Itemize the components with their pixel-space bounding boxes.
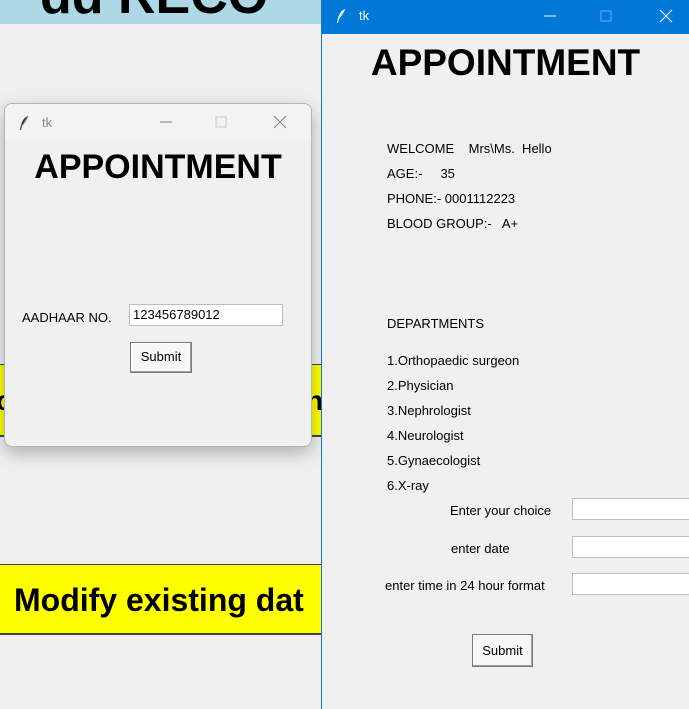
blood-group-label: BLOOD GROUP:- A+ <box>387 216 519 231</box>
close-icon[interactable] <box>270 112 290 132</box>
window-title: tk <box>359 8 370 23</box>
appointment-heading: APPOINTMENT <box>370 42 641 83</box>
choice-input[interactable] <box>572 498 689 520</box>
minimize-icon[interactable] <box>156 112 176 132</box>
phone-label: PHONE:- 0001112223 <box>387 191 516 206</box>
window-title: tk <box>42 115 53 130</box>
minimize-icon[interactable] <box>540 6 560 26</box>
submit-button[interactable]: Submit <box>130 342 192 373</box>
list-item: 5.Gynaecologist <box>387 453 481 468</box>
background-app-title: dd RECO <box>40 0 268 24</box>
list-item: 1.Orthopaedic surgeon <box>387 353 520 368</box>
modify-existing-data-button[interactable]: Modify existing dat <box>0 564 330 635</box>
appointment-heading: APPOINTMENT <box>34 148 282 186</box>
choice-label: Enter your choice <box>450 503 552 518</box>
feather-icon <box>20 115 29 130</box>
list-item: 3.Nephrologist <box>387 403 471 418</box>
welcome-label: WELCOME Mrs\Ms. Hello <box>387 141 552 156</box>
time-input[interactable] <box>572 573 689 595</box>
appointment-window: tk APPOINTMENT WELCOME Mrs\Ms. Hello AGE… <box>321 0 689 709</box>
list-item: 6.X-ray <box>387 478 429 493</box>
submit-button[interactable]: Submit <box>472 634 533 667</box>
aadhaar-label: AADHAAR NO. <box>22 310 112 325</box>
date-label: enter date <box>451 541 510 556</box>
aadhaar-input[interactable]: 123456789012 <box>129 304 283 326</box>
maximize-icon[interactable] <box>596 6 616 26</box>
list-item: 2.Physician <box>387 378 454 393</box>
modify-existing-data-label: Modify existing dat <box>14 582 304 618</box>
window-titlebar[interactable]: tk <box>322 0 689 34</box>
age-label: AGE:- 35 <box>387 166 455 181</box>
maximize-icon[interactable] <box>211 112 231 132</box>
close-icon[interactable] <box>656 6 676 26</box>
background-header-band: dd RECO <box>0 0 330 24</box>
aadhaar-window: tk APPOINTMENT AADHAAR NO. 123456789012 … <box>4 103 312 447</box>
window-titlebar[interactable]: tk <box>5 104 311 140</box>
time-label: enter time in 24 hour format <box>385 578 545 593</box>
date-input[interactable] <box>572 536 689 558</box>
list-item: 4.Neurologist <box>387 428 464 443</box>
feather-icon <box>337 8 346 23</box>
departments-heading: DEPARTMENTS <box>387 316 485 331</box>
